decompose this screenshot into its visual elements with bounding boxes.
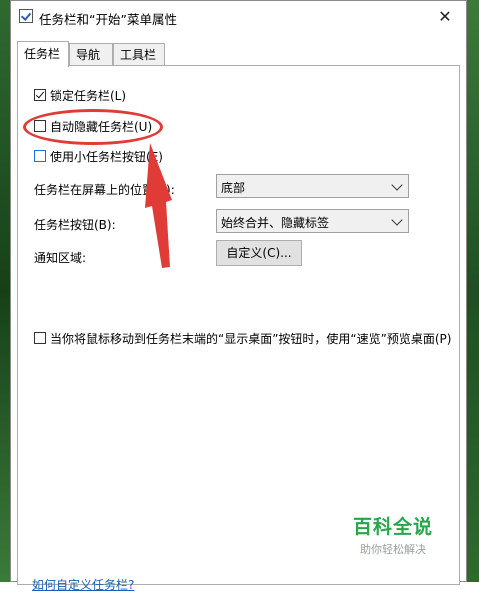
annotation-arrow: [145, 143, 172, 268]
tab-taskbar[interactable]: 任务栏: [17, 41, 69, 67]
arrow-icon: [145, 143, 172, 268]
